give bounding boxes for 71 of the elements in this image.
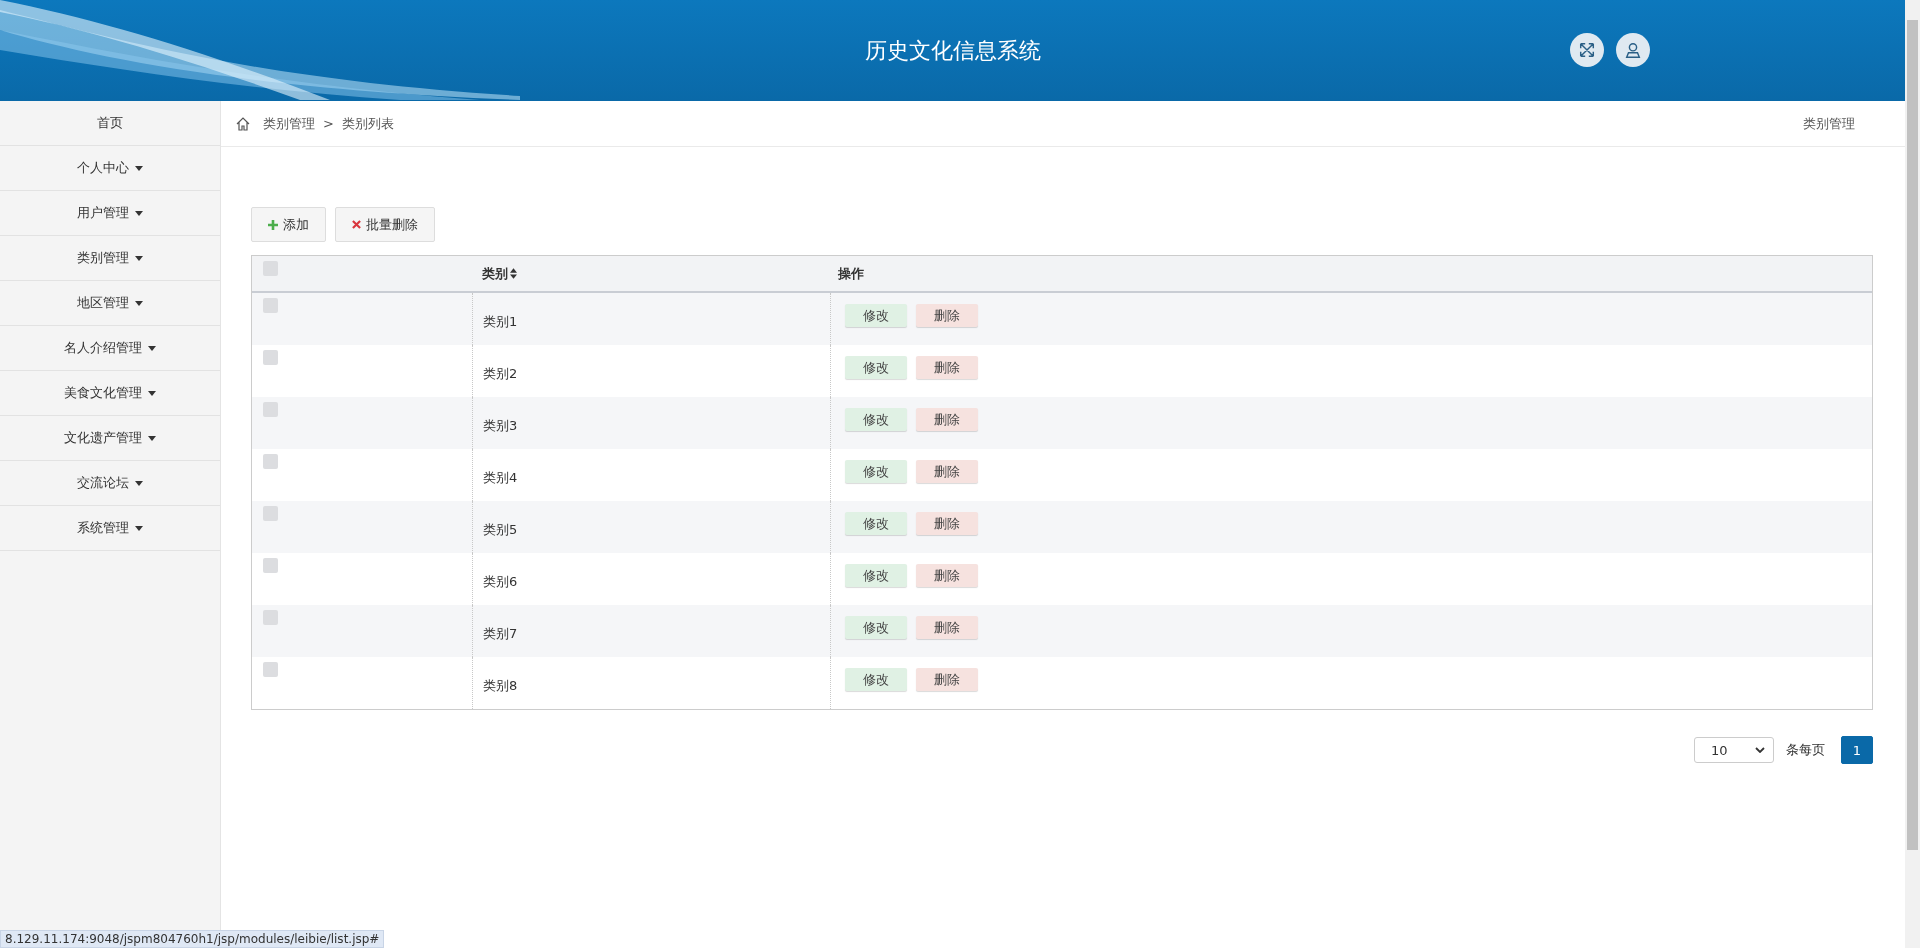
sidebar-item[interactable]: 系统管理 <box>0 506 220 551</box>
row-checkbox[interactable] <box>263 402 278 417</box>
caret-icon[interactable] <box>135 210 143 216</box>
breadcrumb-separator: > <box>323 116 334 131</box>
caret-icon[interactable] <box>148 390 156 396</box>
delete-button[interactable]: 删除 <box>916 356 978 379</box>
table-cell: 类别5 <box>483 521 518 539</box>
caret-icon[interactable] <box>135 525 143 531</box>
fullscreen-icon[interactable] <box>1570 33 1604 67</box>
caret-icon[interactable] <box>148 435 156 441</box>
table-cell: 类别4 <box>483 469 518 487</box>
table-cell: 类别3 <box>483 417 518 435</box>
page-title: 类别管理 <box>1803 114 1855 133</box>
edit-button[interactable]: 修改 <box>845 616 907 639</box>
caret-icon[interactable] <box>135 255 143 261</box>
sidebar-item[interactable]: 用户管理 <box>0 191 220 236</box>
delete-button[interactable]: 删除 <box>916 512 978 535</box>
sidebar-item[interactable]: 交流论坛 <box>0 461 220 506</box>
sidebar-item[interactable]: 美食文化管理 <box>0 371 220 416</box>
delete-button[interactable]: 删除 <box>916 564 978 587</box>
table-cell: 类别1 <box>483 313 518 331</box>
delete-button[interactable]: 删除 <box>916 304 978 327</box>
user-icon[interactable] <box>1616 33 1650 67</box>
table-cell: 类别8 <box>483 677 518 695</box>
edit-button[interactable]: 修改 <box>845 304 907 327</box>
row-checkbox[interactable] <box>263 506 278 521</box>
delete-button[interactable]: 删除 <box>916 408 978 431</box>
row-checkbox[interactable] <box>263 662 278 677</box>
column-header[interactable]: 类别 <box>482 264 508 283</box>
caret-icon[interactable] <box>135 300 143 306</box>
delete-button[interactable]: 删除 <box>916 668 978 691</box>
page-size-select[interactable]: 10 <box>1694 737 1774 763</box>
app-title: 历史文化信息系统 <box>864 36 1041 65</box>
edit-button[interactable]: 修改 <box>845 668 907 691</box>
caret-icon[interactable] <box>135 165 143 171</box>
per-page-label: 条每页 <box>1786 741 1825 759</box>
breadcrumb-link[interactable]: 类别列表 <box>341 114 394 133</box>
delete-button[interactable]: 删除 <box>916 460 978 483</box>
row-checkbox[interactable] <box>263 350 278 365</box>
sidebar-item[interactable]: 个人中心 <box>0 146 220 191</box>
sidebar-item[interactable]: 地区管理 <box>0 281 220 326</box>
add-button[interactable]: 添加 <box>251 207 326 242</box>
sidebar-item[interactable]: 类别管理 <box>0 236 220 281</box>
table-cell: 类别2 <box>483 365 518 383</box>
status-url: 8.129.11.174:9048/jspm804760h1/jsp/modules/leibie/list.jsp# <box>0 930 385 948</box>
chevron-down-icon <box>1755 747 1765 753</box>
edit-button[interactable]: 修改 <box>845 564 907 587</box>
breadcrumb-link[interactable]: 类别管理 <box>263 114 315 133</box>
plus-icon <box>268 219 278 230</box>
table-cell: 类别6 <box>483 573 518 591</box>
delete-button[interactable]: 删除 <box>916 616 978 639</box>
caret-icon[interactable] <box>135 480 143 486</box>
edit-button[interactable]: 修改 <box>845 356 907 379</box>
sidebar-item[interactable]: 文化遗产管理 <box>0 416 220 461</box>
row-checkbox[interactable] <box>263 298 278 313</box>
row-checkbox[interactable] <box>263 610 278 625</box>
edit-button[interactable]: 修改 <box>845 408 907 431</box>
batch-delete-button[interactable]: 批量删除 <box>335 207 435 242</box>
row-checkbox[interactable] <box>263 558 278 573</box>
column-header: 操作 <box>838 264 864 283</box>
sidebar-item[interactable]: 名人介绍管理 <box>0 326 220 371</box>
edit-button[interactable]: 修改 <box>845 460 907 483</box>
sidebar-item[interactable]: 首页 <box>0 101 220 146</box>
row-checkbox[interactable] <box>263 454 278 469</box>
page-button[interactable]: 1 <box>1841 736 1873 764</box>
edit-button[interactable]: 修改 <box>845 512 907 535</box>
home-icon <box>235 115 251 132</box>
table-cell: 类别7 <box>483 625 518 643</box>
sort-icon[interactable] <box>510 268 517 279</box>
caret-icon[interactable] <box>148 345 156 351</box>
cross-icon <box>352 220 361 229</box>
